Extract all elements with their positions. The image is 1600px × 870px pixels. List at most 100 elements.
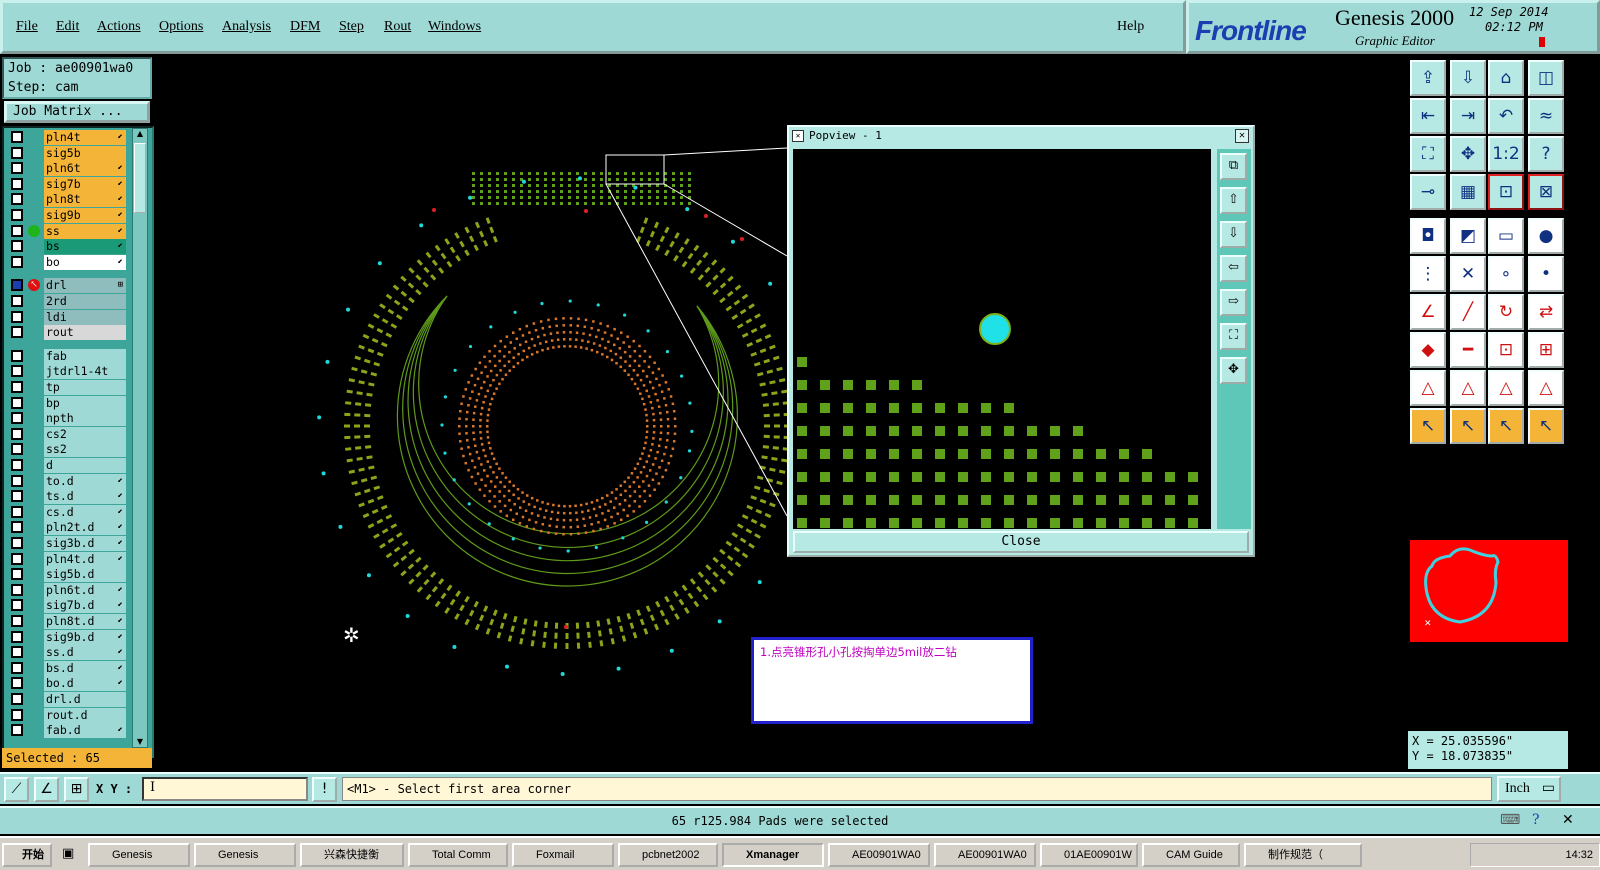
menu-step[interactable]: Step — [339, 19, 364, 35]
layer-row[interactable]: ss.d ⬋ — [8, 645, 126, 661]
layer-row[interactable]: sig9b.d ⬋ — [8, 629, 126, 645]
layer-name[interactable]: d — [44, 458, 126, 473]
layer-name[interactable]: tp — [44, 380, 126, 395]
menu-actions[interactable]: Actions — [97, 19, 141, 35]
layer-row[interactable]: sig5b — [8, 145, 126, 161]
layer-name[interactable]: ss2 — [44, 442, 126, 458]
taskbar-item[interactable]: Genesis — [88, 843, 190, 867]
zoom-home-icon[interactable]: ✥ — [1220, 357, 1247, 384]
layer-name[interactable]: sig9b.d ⬋ — [44, 629, 126, 645]
layer-row[interactable]: pln2t.d ⬋ — [8, 520, 126, 536]
layer-checkbox[interactable] — [11, 255, 23, 268]
start-button[interactable]: 开始 — [2, 843, 52, 867]
layer-row[interactable]: fab — [8, 348, 126, 364]
taskbar-item[interactable]: Foxmail — [512, 843, 614, 867]
layer-name[interactable]: rout — [44, 325, 126, 341]
note-textbox[interactable]: 1.点亮锥形孔小孔按掏单边5mil放二钻 — [751, 637, 1033, 724]
point-icon[interactable]: • — [1528, 256, 1564, 292]
scale-1-2-icon[interactable]: 1:2 — [1488, 136, 1524, 172]
grid-icon[interactable]: ⊞ — [64, 777, 89, 802]
triangle-icon[interactable]: △ — [1450, 370, 1486, 406]
layer-name[interactable]: drl ⊞ — [44, 278, 126, 294]
layer-checkbox[interactable] — [11, 599, 23, 612]
affected-layer-icon[interactable]: ↖ — [28, 279, 40, 292]
layer-checkbox[interactable] — [11, 521, 23, 534]
layer-row[interactable]: pln8t ⬋ — [8, 192, 126, 208]
layer-name[interactable]: bo.d ⬋ — [44, 676, 126, 692]
layer-row[interactable]: sig5b.d — [8, 567, 126, 583]
layer-name[interactable]: bp — [44, 395, 126, 411]
layer-row[interactable]: ss2 — [8, 442, 126, 458]
layer-row[interactable]: rout — [8, 325, 126, 341]
layer-row[interactable]: ↖ drl ⊞ — [8, 278, 126, 294]
node-icon[interactable]: ∘ — [1488, 256, 1524, 292]
connect-icon[interactable]: ⋮ — [1410, 256, 1446, 292]
taskbar-item[interactable]: Xmanager — [722, 843, 824, 867]
layer-name[interactable]: bo ⬋ — [44, 254, 126, 270]
cross-icon[interactable]: ✕ — [1450, 256, 1486, 292]
layer-checkbox[interactable] — [11, 583, 23, 596]
popview-titlebar[interactable]: ✕ Popview - 1 ✕ — [789, 127, 1253, 145]
taskbar-item[interactable]: 兴森快捷衡 — [300, 843, 404, 867]
select-icon[interactable]: ↖ — [1410, 408, 1446, 444]
layer-checkbox[interactable] — [11, 310, 23, 323]
layer-name[interactable]: bs ⬋ — [44, 239, 126, 255]
popview-canvas[interactable] — [793, 149, 1211, 529]
layer-checkbox[interactable] — [11, 490, 23, 503]
snap-off-icon[interactable]: ⊠ — [1528, 174, 1564, 210]
help-query-icon[interactable]: ? — [1528, 136, 1564, 172]
layer-name[interactable]: fab — [44, 348, 126, 364]
circle-icon[interactable]: ● — [1528, 218, 1564, 254]
layer-checkbox[interactable] — [11, 459, 23, 471]
layer-checkbox[interactable] — [11, 412, 23, 425]
overview-map[interactable]: ✕ — [1410, 540, 1568, 642]
keyboard-icon[interactable]: ⌨ — [1500, 812, 1520, 828]
zoom-fit-icon[interactable]: ⛶ — [1220, 323, 1247, 350]
layer-checkbox[interactable] — [11, 295, 23, 307]
layer-checkbox[interactable] — [11, 708, 23, 721]
layer-row[interactable]: sig7b.d ⬋ — [8, 598, 126, 614]
pan-up-icon[interactable]: ⇧ — [1220, 187, 1247, 214]
layer-checkbox[interactable] — [11, 568, 23, 581]
xy-input[interactable]: I — [142, 777, 308, 801]
help-icon[interactable]: ? — [1532, 812, 1540, 828]
layer-checkbox[interactable] — [11, 427, 23, 440]
layer-row[interactable]: bo ⬋ — [8, 254, 126, 270]
snap-tool-icon[interactable]: ⊡ — [1488, 174, 1524, 210]
zoom-window-icon[interactable]: ⧉ — [1220, 153, 1247, 180]
show-desktop-icon[interactable]: ▣ — [62, 846, 74, 861]
layer-row[interactable]: tp — [8, 380, 126, 395]
select-minus-icon[interactable]: ↖ — [1488, 408, 1524, 444]
select-plus-icon[interactable]: ↖ — [1450, 408, 1486, 444]
layer-checkbox[interactable] — [11, 209, 23, 221]
layer-checkbox[interactable] — [11, 661, 23, 674]
layer-checkbox[interactable] — [11, 193, 23, 206]
pad-icon[interactable]: ◘ — [1410, 218, 1446, 254]
layer-checkbox[interactable] — [11, 162, 23, 175]
units-selector[interactable]: Inch ▭ — [1497, 776, 1561, 802]
layer-checkbox[interactable] — [11, 396, 23, 409]
taskbar-item[interactable]: Total Comm — [408, 843, 508, 867]
layer-name[interactable]: bs.d ⬋ — [44, 660, 126, 676]
menu-windows[interactable]: Windows — [428, 19, 481, 35]
layer-checkbox[interactable] — [11, 724, 23, 737]
taskbar-item[interactable]: 01AE00901W — [1040, 843, 1138, 867]
layer-name[interactable]: ldi — [44, 309, 126, 325]
popview-close-button[interactable]: Close — [793, 531, 1249, 553]
layer-name[interactable]: pln4t ⬋ — [44, 130, 126, 145]
layer-checkbox[interactable] — [11, 505, 23, 518]
menu-analysis[interactable]: Analysis — [222, 19, 271, 35]
angle-snap-icon[interactable]: ∠ — [34, 777, 59, 802]
layer-checkbox[interactable] — [11, 279, 23, 292]
layer-name[interactable]: pln2t.d ⬋ — [44, 520, 126, 536]
redraw-icon[interactable]: ≈ — [1528, 98, 1564, 134]
pan-left-tool-icon[interactable]: ⇤ — [1410, 98, 1446, 134]
layer-row[interactable]: fab.d ⬋ — [8, 723, 126, 739]
layer-name[interactable]: sig3b.d ⬋ — [44, 536, 126, 551]
layer-row[interactable]: pln6t.d ⬋ — [8, 582, 126, 598]
layer-row[interactable]: sig7b ⬋ — [8, 176, 126, 192]
work-layer-icon[interactable] — [28, 224, 40, 237]
layer-row[interactable]: jtdrl1-4t — [8, 364, 126, 380]
copy-icon[interactable]: ⊞ — [1528, 332, 1564, 368]
layer-checkbox[interactable] — [11, 349, 23, 362]
